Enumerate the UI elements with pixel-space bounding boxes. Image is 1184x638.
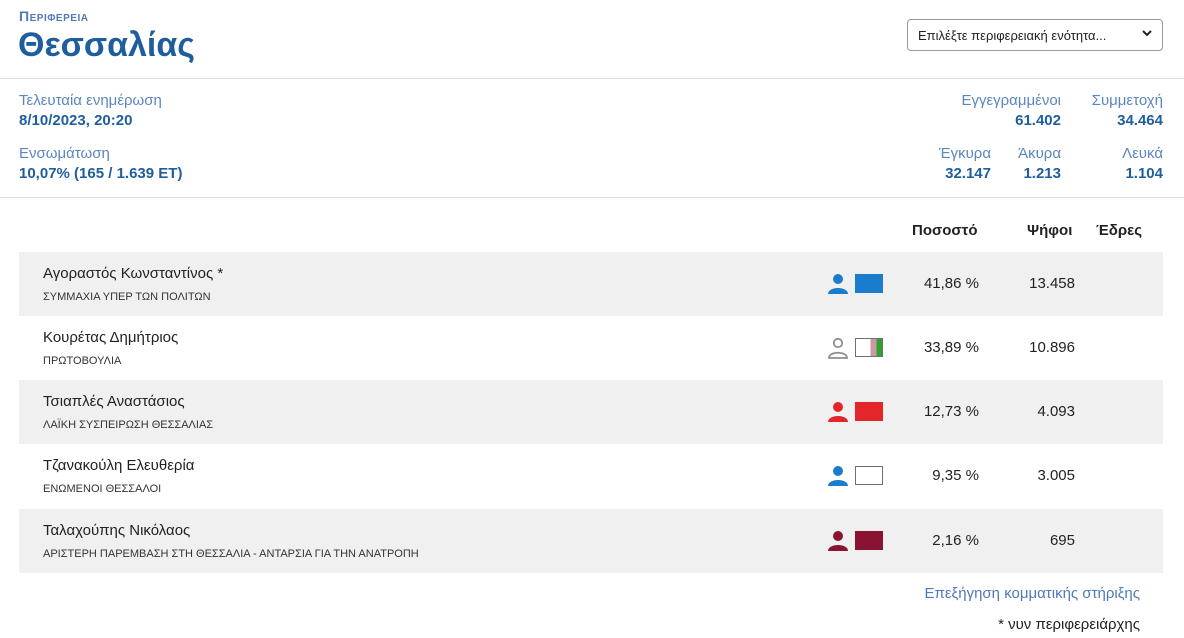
party-color-swatch — [855, 531, 883, 550]
region-kicker: Περιφερεια — [19, 8, 89, 24]
invalid-stat: Άκυρα 1.213 — [1018, 145, 1061, 182]
party-name: ΛΑΪΚΗ ΣΥΣΠΕΙΡΩΣΗ ΘΕΣΣΑΛΙΑΣ — [43, 419, 214, 431]
invalid-label: Άκυρα — [1018, 145, 1061, 162]
registered-label: Εγγεγραμμένοι — [961, 92, 1061, 109]
integration-stat: Ενσωμάτωση 10,07% (165 / 1.639 ΕΤ) — [19, 145, 182, 182]
blank-label: Λευκά — [1122, 145, 1163, 162]
valid-label: Έγκυρα — [938, 145, 991, 162]
person-filled-icon — [828, 274, 848, 294]
last-update-value: 8/10/2023, 20:20 — [19, 112, 133, 129]
percent-value: 33,89 % — [923, 339, 979, 356]
votes-value: 3.005 — [1037, 467, 1075, 484]
table-row: Αγοραστός Κωνσταντίνος * ΣΥΜΜΑΧΙΑ ΥΠΕΡ Τ… — [19, 252, 1163, 316]
party-name: ΠΡΩΤΟΒΟΥΛΙΑ — [43, 355, 122, 367]
regional-unit-select[interactable]: Επιλέξτε περιφερειακή ενότητα... — [907, 19, 1163, 51]
votes-value: 10.896 — [1029, 339, 1075, 356]
party-name: ΣΥΜΜΑΧΙΑ ΥΠΕΡ ΤΩΝ ΠΟΛΙΤΩΝ — [43, 291, 211, 303]
invalid-value: 1.213 — [1023, 165, 1061, 182]
integration-label: Ενσωμάτωση — [19, 145, 110, 162]
percent-value: 12,73 % — [923, 403, 979, 420]
party-color-swatch — [855, 402, 883, 421]
percent-value: 2,16 % — [932, 532, 979, 549]
column-header-seats: Έδρες — [1096, 222, 1143, 239]
person-outline-icon — [828, 337, 848, 359]
candidate-name: Τσιαπλές Αναστάσιος — [43, 393, 185, 410]
party-color-swatch — [855, 466, 883, 485]
party-support-explanation-link[interactable]: Επεξήγηση κομματικής στήριξης — [924, 585, 1140, 602]
last-update-stat: Τελευταία ενημέρωση 8/10/2023, 20:20 — [19, 92, 162, 129]
party-color-swatch — [855, 274, 883, 293]
incumbent-footnote: * νυν περιφερειάρχης — [998, 616, 1140, 633]
stats-panel: Τελευταία ενημέρωση 8/10/2023, 20:20 Ενσ… — [0, 79, 1184, 198]
blank-value: 1.104 — [1125, 165, 1163, 182]
chevron-down-icon — [1142, 30, 1152, 37]
person-filled-icon — [828, 531, 848, 551]
votes-value: 4.093 — [1037, 403, 1075, 420]
column-header-percent: Ποσοστό — [912, 222, 978, 239]
table-row: Κουρέτας Δημήτριος ΠΡΩΤΟΒΟΥΛΙΑ 33,89 % 1… — [19, 316, 1163, 380]
blank-stat: Λευκά 1.104 — [1122, 145, 1163, 182]
table-row: Τζανακούλη Ελευθερία ΕΝΩΜΕΝΟΙ ΘΕΣΣΑΛΟΙ 9… — [19, 444, 1163, 508]
candidate-name: Κουρέτας Δημήτριος — [43, 329, 179, 346]
regional-unit-select-label: Επιλέξτε περιφερειακή ενότητα... — [918, 28, 1107, 43]
percent-value: 41,86 % — [923, 275, 979, 292]
page-title: Θεσσαλίας — [18, 26, 195, 64]
percent-value: 9,35 % — [932, 467, 979, 484]
candidate-name: Αγοραστός Κωνσταντίνος * — [43, 265, 224, 282]
column-header-votes: Ψήφοι — [1027, 222, 1073, 239]
candidate-name: Ταλαχούπης Νικόλαος — [43, 522, 191, 539]
candidate-name: Τζανακούλη Ελευθερία — [43, 457, 195, 474]
party-name: ΑΡΙΣΤΕΡΗ ΠΑΡΕΜΒΑΣΗ ΣΤΗ ΘΕΣΣΑΛΙΑ - ΑΝΤΑΡΣ… — [43, 548, 419, 560]
turnout-label: Συμμετοχή — [1091, 92, 1163, 109]
registered-value: 61.402 — [1015, 112, 1061, 129]
valid-stat: Έγκυρα 32.147 — [939, 145, 991, 182]
registered-stat: Εγγεγραμμένοι 61.402 — [961, 92, 1061, 129]
last-update-label: Τελευταία ενημέρωση — [19, 92, 162, 109]
turnout-value: 34.464 — [1117, 112, 1163, 129]
person-filled-icon — [828, 466, 848, 486]
party-name: ΕΝΩΜΕΝΟΙ ΘΕΣΣΑΛΟΙ — [43, 483, 162, 495]
table-row: Τσιαπλές Αναστάσιος ΛΑΪΚΗ ΣΥΣΠΕΙΡΩΣΗ ΘΕΣ… — [19, 380, 1163, 444]
votes-value: 695 — [1049, 532, 1075, 549]
person-filled-icon — [828, 402, 848, 422]
votes-value: 13.458 — [1029, 275, 1075, 292]
page-header: Περιφερεια Θεσσαλίας Επιλέξτε περιφερεια… — [0, 0, 1184, 79]
integration-value: 10,07% (165 / 1.639 ΕΤ) — [19, 165, 183, 182]
turnout-stat: Συμμετοχή 34.464 — [1092, 92, 1163, 129]
valid-value: 32.147 — [945, 165, 991, 182]
table-row: Ταλαχούπης Νικόλαος ΑΡΙΣΤΕΡΗ ΠΑΡΕΜΒΑΣΗ Σ… — [19, 509, 1163, 573]
party-color-swatch — [855, 338, 883, 357]
